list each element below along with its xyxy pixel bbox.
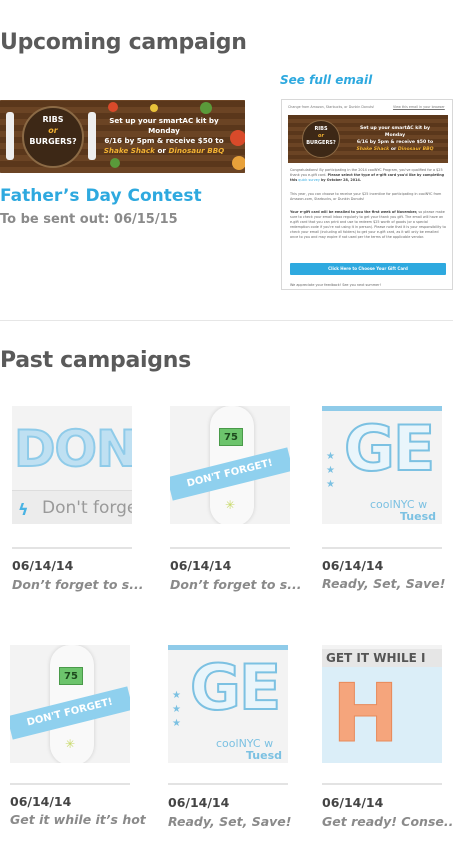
campaign-date: 06/14/14 (12, 558, 74, 573)
upcoming-campaign-heading: Upcoming campaign (0, 30, 247, 55)
section-divider (0, 320, 453, 321)
campaign-date: 06/14/14 (322, 795, 384, 810)
banner-burgers: BURGERS? (29, 137, 77, 146)
email-view-online: View this email in your browser (393, 105, 445, 109)
past-campaigns-heading: Past campaigns (0, 348, 191, 373)
banner-ribs: RIBS (42, 115, 64, 124)
campaign-title-link[interactable]: Father’s Day Contest (0, 186, 202, 206)
sparkle-icon: ✳ (225, 498, 236, 512)
campaign-date: 06/14/14 (10, 794, 72, 809)
banner-shake: Shake Shack (103, 146, 155, 155)
campaign-date: 06/14/14 (322, 558, 384, 573)
spoon-icon (88, 112, 96, 160)
choose-gift-card-button[interactable]: Click Here to Choose Your Gift Card (290, 263, 446, 275)
campaign-description: Get it while it’s hot (10, 812, 146, 827)
campaign-thumbnail[interactable]: 75 DON'T FORGET! ✳ (10, 645, 130, 763)
see-full-email-link[interactable]: See full email (280, 73, 372, 87)
banner-line2: 6/16 by 5pm & receive $50 to (104, 136, 224, 145)
campaign-description: Don’t forget to s... (12, 577, 144, 592)
past-campaign-card[interactable]: 75 DON'T FORGET! ✳ 06/14/14 Don’t forget… (170, 406, 301, 596)
campaign-date: 06/14/14 (170, 558, 232, 573)
fork-icon (6, 112, 14, 160)
campaign-description: Ready, Set, Save! (168, 814, 292, 829)
stars-icon: ★ ★ ★ (172, 690, 181, 729)
campaign-description: Don’t forget to s... (170, 577, 302, 592)
campaign-thumbnail[interactable]: DON ϟ Don't forge (12, 406, 132, 524)
send-date-label: To be sent out: 06/15/15 (0, 212, 178, 227)
email-footer-text: We appreciate your feedback! See you nex… (290, 283, 381, 287)
campaign-banner-image[interactable]: RIBS or BURGERS? Set up your smartAC kit… (0, 100, 245, 173)
email-paragraph-2: This year, you can choose to receive you… (290, 192, 442, 201)
email-from-line: Change from Amazon, Starbucks, or Dunkin… (288, 105, 375, 109)
campaign-thumbnail[interactable]: GET IT WHILE I H (322, 645, 442, 763)
email-paragraph-3: Your e-gift card will be emailed to you … (290, 210, 446, 239)
campaign-date: 06/14/14 (168, 795, 230, 810)
banner-dino: Dinosaur BBQ (168, 146, 225, 155)
past-campaign-card[interactable]: GET IT WHILE I H 06/14/14 Get ready! Con… (322, 645, 453, 835)
email-banner-image: RIBS or BURGERS? Set up your smartAC kit b… (288, 115, 448, 163)
past-campaign-card[interactable]: 75 DON'T FORGET! ✳ 06/14/14 Get it while… (10, 645, 146, 835)
past-campaign-card[interactable]: GE ★ ★ ★ coolNYC w Tuesd 06/14/14 Ready, S… (322, 406, 446, 596)
banner-or: or (48, 126, 58, 135)
email-paragraph-1: Congratulations! By participating in the… (290, 168, 445, 182)
email-preview-thumbnail[interactable]: Change from Amazon, Starbucks, or Dunkin… (281, 99, 453, 290)
banner-line1: Set up your smartAC kit by Monday (109, 116, 219, 135)
campaign-thumbnail[interactable]: GE ★ ★ ★ coolNYC w Tuesd (168, 645, 288, 763)
stars-icon: ★ ★ ★ (326, 451, 335, 490)
banner-or2: or (157, 146, 166, 155)
sparkle-icon: ✳ (65, 737, 76, 751)
bolt-icon: ϟ (18, 500, 29, 519)
campaign-thumbnail[interactable]: 75 DON'T FORGET! ✳ (170, 406, 290, 524)
campaign-description: Ready, Set, Save! (322, 576, 446, 591)
past-campaign-card[interactable]: GE ★ ★ ★ coolNYC w Tuesd 06/14/14 Ready, S… (168, 645, 292, 835)
past-campaign-card[interactable]: DON ϟ Don't forge 06/14/14 Don’t forget … (12, 406, 143, 596)
campaign-description: Get ready! Conse... (322, 814, 453, 829)
campaign-thumbnail[interactable]: GE ★ ★ ★ coolNYC w Tuesd (322, 406, 442, 524)
